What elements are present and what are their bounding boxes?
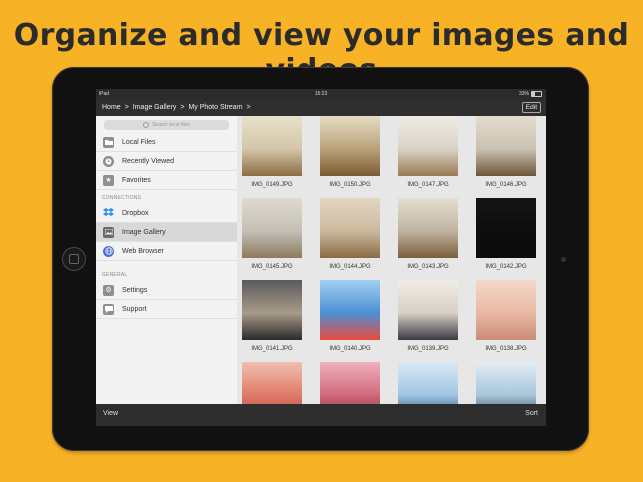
image-thumbnail[interactable]: IMG_0145.JPG: [242, 198, 302, 270]
breadcrumb-home[interactable]: Home: [102, 104, 121, 111]
sidebar-item-label: Local Files: [122, 138, 156, 146]
sidebar: Search local files Local Files Recently …: [96, 116, 238, 404]
folder-icon: [103, 136, 114, 148]
dropbox-icon: [103, 208, 114, 219]
sidebar-item-support[interactable]: Support: [96, 300, 237, 319]
home-button[interactable]: [62, 247, 86, 271]
battery-status: 33%: [519, 91, 542, 97]
breadcrumb-my-photo-stream[interactable]: My Photo Stream: [188, 104, 242, 111]
sidebar-item-label: Settings: [122, 286, 148, 294]
image-thumbnail[interactable]: IMG_0149.JPG: [242, 116, 302, 188]
image-grid: IMG_0149.JPG IMG_0150.JPG IMG_0147.JPG IMG_…: [237, 116, 546, 404]
image-filename: IMG_0145.JPG: [251, 264, 293, 270]
image-filename: IMG_0149.JPG: [251, 182, 293, 188]
section-header-general: GENERAL: [102, 272, 128, 278]
edit-button[interactable]: Edit: [521, 102, 541, 113]
sidebar-item-label: Web Browser: [122, 247, 164, 255]
breadcrumb-separator-icon: >: [124, 104, 129, 111]
image-thumbnail[interactable]: IMG_0143.JPG: [398, 198, 458, 270]
sidebar-item-favorites[interactable]: ★ Favorites: [96, 171, 237, 190]
navigation-bar: Home > Image Gallery > My Photo Stream >…: [96, 100, 546, 116]
image-thumbnail[interactable]: IMG_0144.JPG: [320, 198, 380, 270]
star-icon: ★: [103, 174, 114, 186]
photo-preview: [320, 280, 380, 340]
image-thumbnail[interactable]: [398, 362, 458, 404]
breadcrumb-image-gallery[interactable]: Image Gallery: [133, 104, 177, 111]
image-filename: IMG_0150.JPG: [329, 182, 371, 188]
image-thumbnail[interactable]: IMG_0139.JPG: [398, 280, 458, 352]
sidebar-item-image-gallery[interactable]: Image Gallery: [96, 223, 237, 242]
sort-button[interactable]: Sort: [525, 410, 538, 417]
photo-preview: [398, 362, 458, 404]
sidebar-item-label: Recently Viewed: [122, 157, 175, 165]
photo-preview: [242, 280, 302, 340]
bottom-toolbar: View Sort: [96, 404, 546, 426]
image-filename: IMG_0142.JPG: [485, 264, 527, 270]
camera-dot: [561, 257, 566, 262]
image-thumbnail[interactable]: IMG_0150.JPG: [320, 116, 380, 188]
image-filename: IMG_0144.JPG: [329, 264, 371, 270]
chat-icon: [103, 303, 114, 315]
status-bar: iPad 15:23 33%: [96, 89, 546, 100]
image-thumbnail[interactable]: IMG_0141.JPG: [242, 280, 302, 352]
sidebar-item-web-browser[interactable]: Web Browser: [96, 242, 237, 261]
image-thumbnail[interactable]: [320, 362, 380, 404]
image-filename: IMG_0138.JPG: [485, 346, 527, 352]
image-thumbnail[interactable]: IMG_0147.JPG: [398, 116, 458, 188]
sidebar-item-label: Favorites: [122, 176, 151, 184]
image-filename: IMG_0146.JPG: [485, 182, 527, 188]
photo-preview: [398, 280, 458, 340]
sidebar-item-label: Support: [122, 305, 147, 313]
sidebar-item-label: Image Gallery: [122, 228, 166, 236]
clock-icon: [103, 155, 114, 167]
image-filename: IMG_0143.JPG: [407, 264, 449, 270]
image-thumbnail[interactable]: IMG_0140.JPG: [320, 280, 380, 352]
image-filename: IMG_0139.JPG: [407, 346, 449, 352]
photo-preview: [242, 362, 302, 404]
gear-icon: ⚙: [103, 284, 114, 296]
photo-preview: [476, 362, 536, 404]
ipad-device-frame: iPad 15:23 33% Home > Image Gallery > My…: [52, 67, 589, 451]
search-icon: [143, 121, 150, 128]
image-thumbnail[interactable]: IMG_0138.JPG: [476, 280, 536, 352]
image-thumbnail[interactable]: IMG_0146.JPG: [476, 116, 536, 188]
photo-preview: [320, 198, 380, 258]
image-thumbnail[interactable]: [242, 362, 302, 404]
section-header-connections: CONNECTIONS: [102, 195, 142, 201]
photo-preview: [476, 280, 536, 340]
photo-preview: [476, 116, 536, 176]
image-thumbnail[interactable]: [476, 362, 536, 404]
sidebar-item-label: Dropbox: [122, 209, 149, 217]
screen: iPad 15:23 33% Home > Image Gallery > My…: [96, 89, 546, 426]
sidebar-item-recently-viewed[interactable]: Recently Viewed: [96, 152, 237, 171]
image-filename: IMG_0141.JPG: [251, 346, 293, 352]
breadcrumb-separator-icon: >: [180, 104, 185, 111]
search-placeholder: Search local files: [152, 122, 190, 128]
sidebar-item-dropbox[interactable]: Dropbox: [96, 204, 237, 223]
gallery-icon: [103, 226, 114, 238]
search-input[interactable]: Search local files: [104, 120, 229, 130]
battery-icon: [531, 91, 542, 97]
sidebar-item-settings[interactable]: ⚙ Settings: [96, 281, 237, 300]
view-button[interactable]: View: [103, 410, 118, 417]
image-filename: IMG_0140.JPG: [329, 346, 371, 352]
photo-preview: [320, 362, 380, 404]
photo-preview: [398, 116, 458, 176]
photo-preview: [242, 198, 302, 258]
globe-icon: [103, 245, 114, 257]
clock: 15:23: [314, 91, 328, 97]
photo-preview: [320, 116, 380, 176]
photo-preview: [476, 198, 536, 258]
photo-preview: [242, 116, 302, 176]
battery-percent: 33%: [518, 91, 529, 97]
sidebar-item-local-files[interactable]: Local Files: [96, 133, 237, 152]
image-thumbnail[interactable]: IMG_0142.JPG: [476, 198, 536, 270]
breadcrumb: Home > Image Gallery > My Photo Stream >: [102, 104, 251, 111]
breadcrumb-separator-icon: >: [246, 104, 251, 111]
photo-preview: [398, 198, 458, 258]
image-filename: IMG_0147.JPG: [407, 182, 449, 188]
